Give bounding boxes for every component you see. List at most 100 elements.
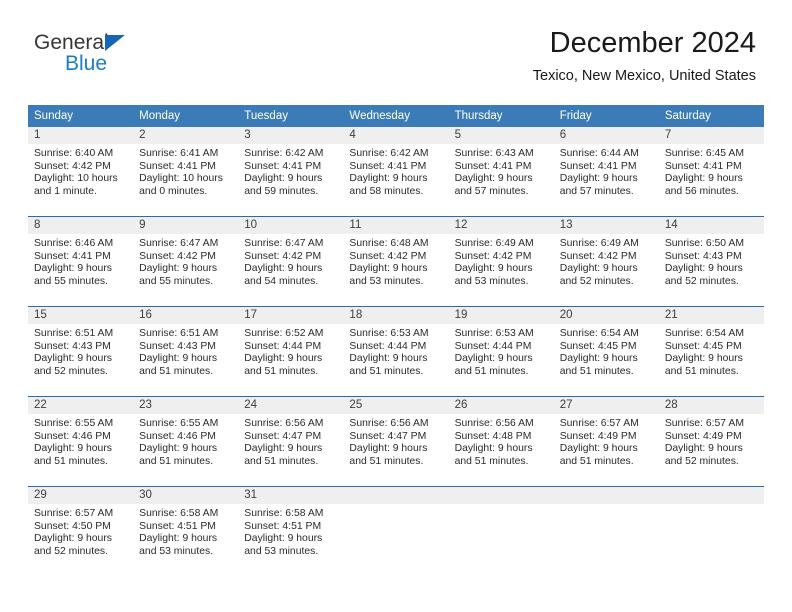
day-cell[interactable]: 5 Sunrise: 6:43 AM Sunset: 4:41 PM Dayli…	[448, 127, 554, 217]
daylight-text-line2: and 51 minutes.	[244, 455, 319, 467]
daylight-text-line2: and 0 minutes.	[139, 185, 208, 197]
daylight-text-line1: Daylight: 9 hours	[559, 173, 638, 185]
sunset-text: Sunset: 4:50 PM	[34, 520, 111, 532]
daylight-text-line1: Daylight: 9 hours	[349, 443, 428, 455]
day-cell[interactable]: 12 Sunrise: 6:49 AM Sunset: 4:42 PM Dayl…	[448, 216, 554, 307]
day-cell[interactable]: 18 Sunrise: 6:53 AM Sunset: 4:44 PM Dayl…	[343, 306, 449, 397]
day-info: Sunrise: 6:56 AM Sunset: 4:47 PM Dayligh…	[343, 414, 448, 468]
day-cell[interactable]: 2 Sunrise: 6:41 AM Sunset: 4:41 PM Dayli…	[133, 127, 239, 217]
day-cell[interactable]: 27 Sunrise: 6:57 AM Sunset: 4:49 PM Dayl…	[553, 396, 659, 487]
day-cell[interactable]: 29 Sunrise: 6:57 AM Sunset: 4:50 PM Dayl…	[28, 486, 134, 576]
daylight-text-line2: and 53 minutes.	[349, 275, 424, 287]
sunset-text: Sunset: 4:47 PM	[349, 430, 427, 442]
daylight-text-line1: Daylight: 9 hours	[349, 353, 428, 365]
daylight-text-line2: and 57 minutes.	[454, 185, 529, 197]
day-number: 12	[448, 217, 554, 234]
day-number: 6	[553, 127, 659, 144]
daylight-text-line2: and 55 minutes.	[34, 275, 108, 287]
daylight-text-line1: Daylight: 9 hours	[454, 443, 533, 455]
sunset-text: Sunset: 4:43 PM	[139, 340, 216, 352]
sunrise-text: Sunrise: 6:42 AM	[349, 148, 429, 159]
daylight-text-line1: Daylight: 9 hours	[664, 263, 743, 275]
daylight-text-line2: and 51 minutes.	[349, 455, 424, 467]
day-cell[interactable]: 8 Sunrise: 6:46 AM Sunset: 4:41 PM Dayli…	[28, 216, 134, 307]
day-number: 20	[553, 307, 659, 324]
day-info: Sunrise: 6:48 AM Sunset: 4:42 PM Dayligh…	[343, 234, 448, 288]
day-cell[interactable]: 9 Sunrise: 6:47 AM Sunset: 4:42 PM Dayli…	[133, 216, 239, 307]
day-cell[interactable]: 31 Sunrise: 6:58 AM Sunset: 4:51 PM Dayl…	[238, 486, 344, 576]
day-number: 5	[448, 127, 554, 144]
day-number	[553, 487, 659, 504]
daylight-text-line2: and 51 minutes.	[34, 455, 108, 467]
day-cell[interactable]: 11 Sunrise: 6:48 AM Sunset: 4:42 PM Dayl…	[343, 216, 449, 307]
week-row: 29 Sunrise: 6:57 AM Sunset: 4:50 PM Dayl…	[28, 486, 764, 576]
day-cell[interactable]: 17 Sunrise: 6:52 AM Sunset: 4:44 PM Dayl…	[238, 306, 344, 397]
day-info: Sunrise: 6:40 AM Sunset: 4:42 PM Dayligh…	[28, 144, 133, 198]
week-row: 1 Sunrise: 6:40 AM Sunset: 4:42 PM Dayli…	[28, 127, 764, 217]
day-info: Sunrise: 6:45 AM Sunset: 4:41 PM Dayligh…	[659, 144, 764, 198]
daylight-text-line2: and 51 minutes.	[664, 365, 739, 377]
day-number: 23	[133, 397, 239, 414]
day-number: 29	[28, 487, 134, 504]
day-info: Sunrise: 6:42 AM Sunset: 4:41 PM Dayligh…	[238, 144, 343, 198]
sunrise-text: Sunrise: 6:57 AM	[34, 508, 114, 519]
column-header-monday: Monday	[133, 105, 239, 127]
sunset-text: Sunset: 4:45 PM	[559, 340, 637, 352]
day-cell[interactable]: 30 Sunrise: 6:58 AM Sunset: 4:51 PM Dayl…	[133, 486, 239, 576]
column-header-thursday: Thursday	[448, 105, 554, 127]
day-cell[interactable]: 16 Sunrise: 6:51 AM Sunset: 4:43 PM Dayl…	[133, 306, 239, 397]
sunrise-text: Sunrise: 6:46 AM	[34, 238, 114, 249]
day-cell[interactable]: 19 Sunrise: 6:53 AM Sunset: 4:44 PM Dayl…	[448, 306, 554, 397]
sunset-text: Sunset: 4:45 PM	[664, 340, 742, 352]
day-number: 1	[28, 127, 134, 144]
sunset-text: Sunset: 4:47 PM	[244, 430, 322, 442]
day-cell[interactable]: 6 Sunrise: 6:44 AM Sunset: 4:41 PM Dayli…	[553, 127, 659, 217]
week-row: 15 Sunrise: 6:51 AM Sunset: 4:43 PM Dayl…	[28, 306, 764, 397]
daylight-text-line2: and 51 minutes.	[139, 455, 214, 467]
day-cell[interactable]: 3 Sunrise: 6:42 AM Sunset: 4:41 PM Dayli…	[238, 127, 344, 217]
sunrise-text: Sunrise: 6:48 AM	[349, 238, 429, 249]
day-cell[interactable]: 4 Sunrise: 6:42 AM Sunset: 4:41 PM Dayli…	[343, 127, 449, 217]
sunrise-text: Sunrise: 6:49 AM	[454, 238, 534, 249]
day-cell[interactable]: 21 Sunrise: 6:54 AM Sunset: 4:45 PM Dayl…	[658, 306, 764, 397]
daylight-text-line2: and 51 minutes.	[139, 365, 214, 377]
daylight-text-line2: and 51 minutes.	[454, 455, 529, 467]
day-cell[interactable]: 14 Sunrise: 6:50 AM Sunset: 4:43 PM Dayl…	[658, 216, 764, 307]
day-info: Sunrise: 6:57 AM Sunset: 4:50 PM Dayligh…	[28, 504, 133, 558]
daylight-text-line1: Daylight: 9 hours	[454, 173, 533, 185]
day-cell[interactable]: 1 Sunrise: 6:40 AM Sunset: 4:42 PM Dayli…	[28, 127, 134, 217]
daylight-text-line1: Daylight: 9 hours	[244, 533, 323, 545]
day-cell[interactable]: 20 Sunrise: 6:54 AM Sunset: 4:45 PM Dayl…	[553, 306, 659, 397]
daylight-text-line1: Daylight: 10 hours	[139, 173, 223, 185]
day-cell[interactable]: 7 Sunrise: 6:45 AM Sunset: 4:41 PM Dayli…	[658, 127, 764, 217]
generalblue-logo[interactable]: General Blue	[34, 32, 174, 78]
day-info: Sunrise: 6:57 AM Sunset: 4:49 PM Dayligh…	[659, 414, 764, 468]
daylight-text-line1: Daylight: 9 hours	[664, 173, 743, 185]
day-number: 2	[133, 127, 239, 144]
day-cell-empty	[658, 486, 764, 576]
day-number: 19	[448, 307, 554, 324]
day-info: Sunrise: 6:46 AM Sunset: 4:41 PM Dayligh…	[28, 234, 133, 288]
day-cell[interactable]: 13 Sunrise: 6:49 AM Sunset: 4:42 PM Dayl…	[553, 216, 659, 307]
sunset-text: Sunset: 4:44 PM	[349, 340, 427, 352]
day-cell[interactable]: 24 Sunrise: 6:56 AM Sunset: 4:47 PM Dayl…	[238, 396, 344, 487]
sunrise-text: Sunrise: 6:53 AM	[454, 328, 534, 339]
sunrise-text: Sunrise: 6:52 AM	[244, 328, 324, 339]
daylight-text-line2: and 1 minute.	[34, 185, 97, 197]
day-cell[interactable]: 28 Sunrise: 6:57 AM Sunset: 4:49 PM Dayl…	[658, 396, 764, 487]
day-cell[interactable]: 26 Sunrise: 6:56 AM Sunset: 4:48 PM Dayl…	[448, 396, 554, 487]
daylight-text-line2: and 59 minutes.	[244, 185, 319, 197]
day-cell[interactable]: 25 Sunrise: 6:56 AM Sunset: 4:47 PM Dayl…	[343, 396, 449, 487]
sunrise-text: Sunrise: 6:51 AM	[139, 328, 219, 339]
daylight-text-line2: and 52 minutes.	[34, 365, 108, 377]
day-cell[interactable]: 22 Sunrise: 6:55 AM Sunset: 4:46 PM Dayl…	[28, 396, 134, 487]
daylight-text-line1: Daylight: 9 hours	[559, 443, 638, 455]
sunset-text: Sunset: 4:46 PM	[139, 430, 216, 442]
day-info: Sunrise: 6:51 AM Sunset: 4:43 PM Dayligh…	[133, 324, 238, 378]
day-cell[interactable]: 23 Sunrise: 6:55 AM Sunset: 4:46 PM Dayl…	[133, 396, 239, 487]
sunrise-text: Sunrise: 6:56 AM	[244, 418, 324, 429]
sunrise-text: Sunrise: 6:42 AM	[244, 148, 324, 159]
day-cell[interactable]: 15 Sunrise: 6:51 AM Sunset: 4:43 PM Dayl…	[28, 306, 134, 397]
daylight-text-line1: Daylight: 9 hours	[664, 443, 743, 455]
day-cell[interactable]: 10 Sunrise: 6:47 AM Sunset: 4:42 PM Dayl…	[238, 216, 344, 307]
